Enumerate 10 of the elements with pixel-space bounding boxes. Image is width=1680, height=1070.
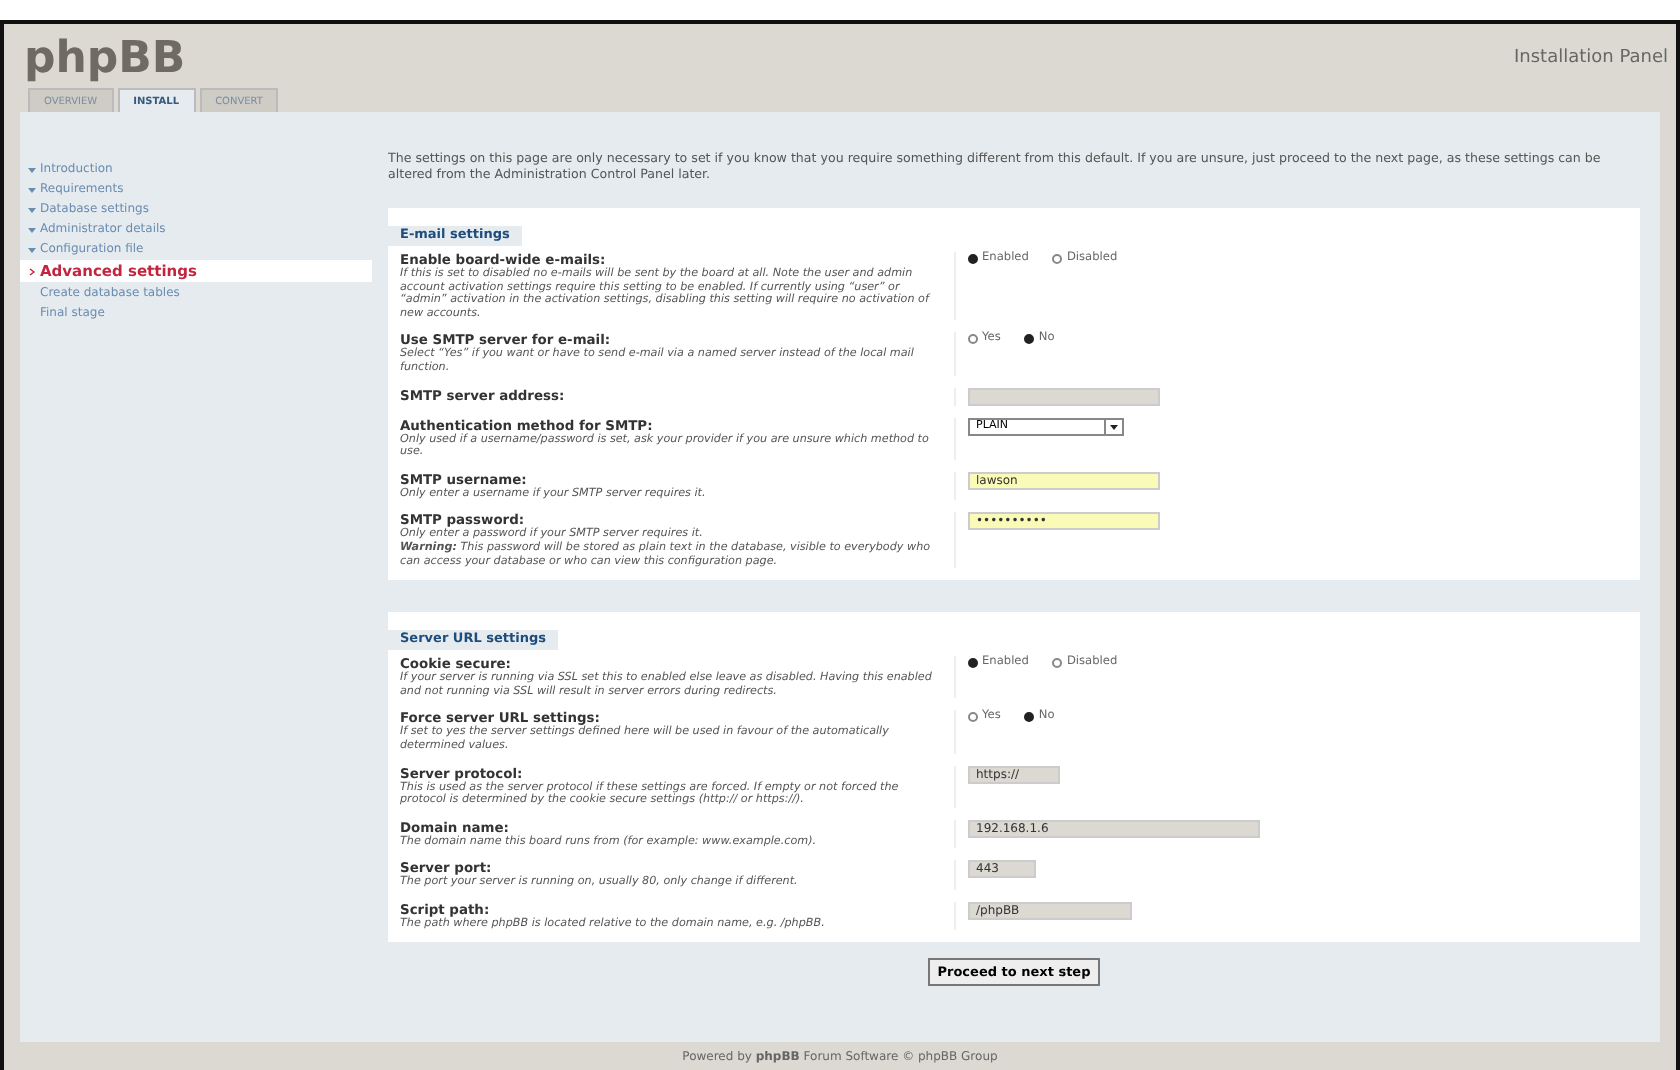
triangle-icon — [28, 225, 36, 233]
logo: phpBB — [24, 33, 186, 83]
text-field[interactable] — [968, 387, 1160, 406]
caret-icon — [1104, 419, 1122, 434]
triangle-icon — [28, 245, 36, 253]
triangle-icon — [28, 185, 36, 193]
panel-title: Installation Panel — [1514, 48, 1668, 68]
chevron-icon — [28, 267, 36, 275]
triangle-icon — [28, 165, 36, 173]
triangle-icon — [28, 205, 36, 213]
